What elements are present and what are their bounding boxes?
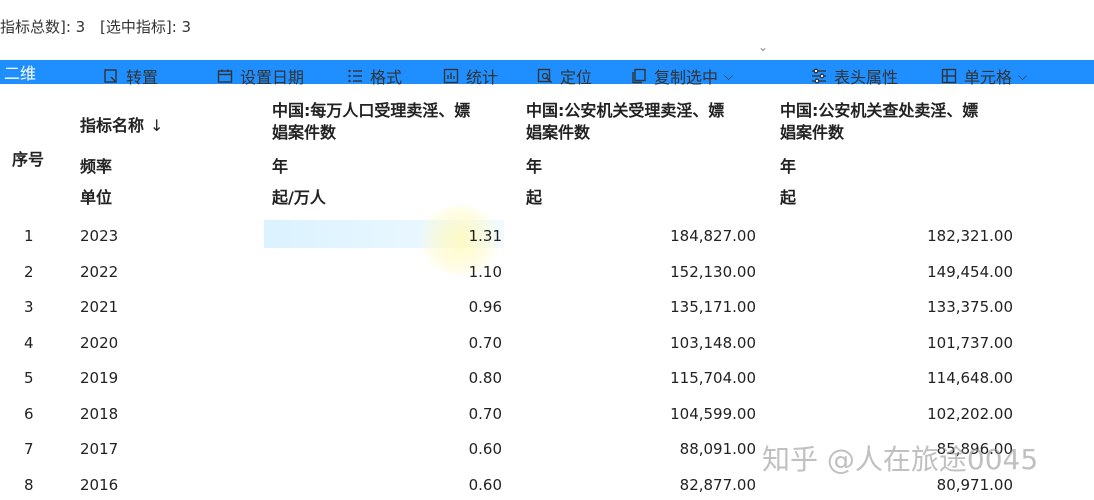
cell-year[interactable]: 2020 xyxy=(80,333,140,353)
cell-v3[interactable]: 133,375.00 xyxy=(780,297,1013,317)
index-header: 序号 xyxy=(12,150,45,169)
chevron-down-icon: ⌵ xyxy=(724,68,734,83)
frequency-header: 频率 xyxy=(80,157,113,176)
column-header-1[interactable]: 中国:每万人口受理卖淫、嫖 娼案件数 xyxy=(272,100,512,144)
column-2-frequency: 年 xyxy=(526,157,543,176)
cell-year[interactable]: 2022 xyxy=(80,262,140,282)
header-properties-button[interactable]: 表头属性 xyxy=(810,64,898,88)
locate-icon xyxy=(536,67,554,85)
column-2-name-line2: 娼案件数 xyxy=(526,123,591,142)
statistics-label: 统计 xyxy=(466,68,499,87)
cell-v3[interactable]: 149,454.00 xyxy=(780,262,1013,282)
sort-down-icon[interactable]: ↓ xyxy=(150,116,163,135)
locate-label: 定位 xyxy=(560,68,593,87)
cell-year[interactable]: 2021 xyxy=(80,297,140,317)
total-indicators-label: 指标总数]: 3 xyxy=(0,18,86,36)
cell-v1[interactable]: 0.96 xyxy=(272,297,502,317)
indicator-summary: 指标总数]: 3 [选中指标]: 3 xyxy=(0,16,201,37)
copy-selected-label: 复制选中 xyxy=(654,68,719,87)
cell-v1[interactable]: 1.31 xyxy=(272,226,502,246)
cell-idx[interactable]: 3 xyxy=(24,297,54,317)
tab-2d-view-label: 二维 xyxy=(4,64,37,83)
cell-button[interactable]: 单元格 ⌵ xyxy=(940,64,1027,88)
cell-v2[interactable]: 82,877.00 xyxy=(526,475,756,495)
cell-v2[interactable]: 135,171.00 xyxy=(526,297,756,317)
transpose-label: 转置 xyxy=(126,68,159,87)
indicator-name-header[interactable]: 指标名称 ↓ xyxy=(80,112,163,136)
cell-year[interactable]: 2016 xyxy=(80,475,140,495)
set-date-button[interactable]: 设置日期 xyxy=(216,64,304,88)
cell-v1[interactable]: 1.10 xyxy=(272,262,502,282)
statistics-button[interactable]: 统计 xyxy=(442,64,498,88)
column-3-name-line2: 娼案件数 xyxy=(780,123,845,142)
cell-v3[interactable]: 101,737.00 xyxy=(780,333,1013,353)
chevron-down-icon: ⌵ xyxy=(1018,68,1028,83)
cell-v1[interactable]: 0.60 xyxy=(272,475,502,495)
cell-idx[interactable]: 8 xyxy=(24,475,54,495)
cell-v1[interactable]: 0.80 xyxy=(272,368,502,388)
cell-v2[interactable]: 88,091.00 xyxy=(526,439,756,459)
column-3-name-line1: 中国:公安机关查处卖淫、嫖 xyxy=(780,101,979,120)
cell-idx[interactable]: 7 xyxy=(24,439,54,459)
column-2-name-line1: 中国:公安机关受理卖淫、嫖 xyxy=(526,101,725,120)
column-header-2[interactable]: 中国:公安机关受理卖淫、嫖 娼案件数 xyxy=(526,100,766,144)
cell-v2[interactable]: 104,599.00 xyxy=(526,404,756,424)
collapse-chevron-icon[interactable]: ⌄ xyxy=(758,40,768,54)
column-1-frequency: 年 xyxy=(272,157,289,176)
cell-year[interactable]: 2019 xyxy=(80,368,140,388)
cell-idx[interactable]: 2 xyxy=(24,262,54,282)
column-1-name-line2: 娼案件数 xyxy=(272,123,337,142)
column-1-unit: 起/万人 xyxy=(272,188,326,207)
cell-v2[interactable]: 103,148.00 xyxy=(526,333,756,353)
table-cell-icon xyxy=(940,67,958,85)
watermark: 知乎 @人在旅途0045 xyxy=(762,443,1039,476)
cell-idx[interactable]: 4 xyxy=(24,333,54,353)
selected-indicators-label: [选中指标]: 3 xyxy=(100,18,192,36)
cell-label: 单元格 xyxy=(964,68,1013,87)
cell-year[interactable]: 2018 xyxy=(80,404,140,424)
transpose-icon xyxy=(102,67,120,85)
format-label: 格式 xyxy=(370,68,403,87)
cell-v3[interactable]: 102,202.00 xyxy=(780,404,1013,424)
cell-v3[interactable]: 114,648.00 xyxy=(780,368,1013,388)
copy-icon xyxy=(630,67,648,85)
cell-year[interactable]: 2023 xyxy=(80,226,140,246)
set-date-label: 设置日期 xyxy=(240,68,305,87)
header-properties-label: 表头属性 xyxy=(834,68,899,87)
cell-idx[interactable]: 6 xyxy=(24,404,54,424)
column-3-unit: 起 xyxy=(780,188,797,207)
cell-idx[interactable]: 5 xyxy=(24,368,54,388)
cell-v1[interactable]: 0.70 xyxy=(272,404,502,424)
toolbar: 二维 转置 设置日期 格式 统计 定位 复制选中 ⌵ 表头属性 单元格 ⌵ xyxy=(0,60,1094,92)
calendar-icon xyxy=(216,67,234,85)
cell-idx[interactable]: 1 xyxy=(24,226,54,246)
copy-selected-button[interactable]: 复制选中 ⌵ xyxy=(630,64,733,88)
bar-chart-icon xyxy=(442,67,460,85)
column-header-3[interactable]: 中国:公安机关查处卖淫、嫖 娼案件数 xyxy=(780,100,1020,144)
unit-header: 单位 xyxy=(80,188,113,207)
list-format-icon xyxy=(346,67,364,85)
column-2-unit: 起 xyxy=(526,188,543,207)
transpose-button[interactable]: 转置 xyxy=(102,64,158,88)
cell-v1[interactable]: 0.60 xyxy=(272,439,502,459)
column-3-frequency: 年 xyxy=(780,157,797,176)
cell-v2[interactable]: 184,827.00 xyxy=(526,226,756,246)
column-1-name-line1: 中国:每万人口受理卖淫、嫖 xyxy=(272,101,471,120)
cell-v2[interactable]: 152,130.00 xyxy=(526,262,756,282)
cell-v3[interactable]: 182,321.00 xyxy=(780,226,1013,246)
indicator-name-label: 指标名称 xyxy=(80,116,145,135)
cell-v1[interactable]: 0.70 xyxy=(272,333,502,353)
cell-v2[interactable]: 115,704.00 xyxy=(526,368,756,388)
format-button[interactable]: 格式 xyxy=(346,64,402,88)
sliders-icon xyxy=(810,67,828,85)
locate-button[interactable]: 定位 xyxy=(536,64,592,88)
cell-year[interactable]: 2017 xyxy=(80,439,140,459)
